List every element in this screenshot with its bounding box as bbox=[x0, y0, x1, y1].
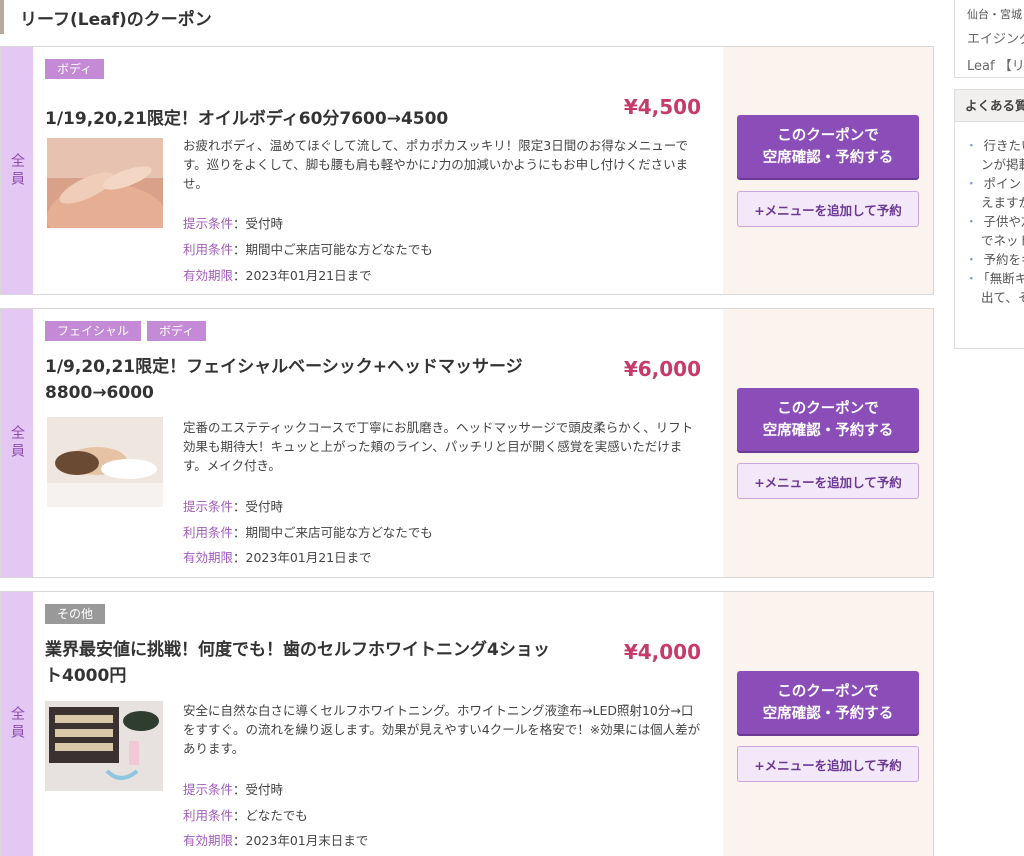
coupon-image bbox=[47, 417, 163, 507]
condition-valid: 有効期限：2023年01月21日まで bbox=[183, 550, 372, 565]
reserve-button[interactable]: このクーポンで 空席確認・予約する bbox=[737, 115, 919, 178]
condition-use: 利用条件：どなたでも bbox=[183, 808, 308, 823]
category-tag: その他 bbox=[45, 604, 106, 624]
condition-use: 利用条件：期間中ご来店可能な方どなたでも bbox=[183, 525, 433, 540]
condition-use: 利用条件：期間中ご来店可能な方どなたでも bbox=[183, 242, 433, 257]
target-tag: 全員 bbox=[1, 309, 33, 577]
category-tag: ボディ bbox=[45, 59, 105, 79]
faq-panel: よくある質 ・行きたい ンが掲載 ・ポイント えますか ・子供や友 でネット ・… bbox=[954, 89, 1024, 349]
faq-link[interactable]: ・行きたい bbox=[955, 136, 1024, 155]
faq-heading: よくある質 bbox=[955, 90, 1024, 122]
faq-link[interactable]: ・「無断キ bbox=[955, 269, 1024, 288]
faq-link-cont[interactable]: 出て、そ bbox=[955, 288, 1024, 307]
reserve-button[interactable]: このクーポンで 空席確認・予約する bbox=[737, 671, 919, 734]
condition-present: 提示条件：受付時 bbox=[183, 216, 284, 231]
reserve-button[interactable]: このクーポンで 空席確認・予約する bbox=[737, 388, 919, 451]
coupon-title: 1/9,20,21限定！フェイシャルベーシック+ヘッドマッサージ8800→600… bbox=[45, 357, 523, 403]
salon-catch: エイジング bbox=[967, 32, 1024, 47]
coupon-card: 全員 フェイシャル ボディ 1/9,20,21限定！フェイシャルベーシック+ヘッ… bbox=[0, 308, 934, 578]
add-menu-button[interactable]: +メニューを追加して予約 bbox=[737, 191, 919, 227]
faq-link-cont[interactable]: ンが掲載 bbox=[955, 155, 1024, 174]
condition-valid: 有効期限：2023年01月21日まで bbox=[183, 268, 372, 283]
coupon-title: 1/19,20,21限定！オイルボディ60分7600→4500 bbox=[45, 109, 449, 129]
condition-present: 提示条件：受付時 bbox=[183, 782, 284, 797]
target-tag: 全員 bbox=[1, 592, 33, 856]
target-tag: 全員 bbox=[1, 47, 33, 294]
category-tag: フェイシャル bbox=[45, 321, 142, 341]
coupon-description: 定番のエステティックコースで丁寧にお肌磨き。ヘッドマッサージで頭皮柔らかく、リフ… bbox=[183, 420, 694, 473]
faq-link-cont[interactable]: でネット bbox=[955, 231, 1024, 250]
coupon-title: 業界最安値に挑戦！何度でも！歯のセルフホワイトニング4ショット4000円 bbox=[45, 640, 550, 686]
condition-present: 提示条件：受付時 bbox=[183, 499, 284, 514]
salon-card[interactable]: 仙台・宮城 エイジング Leaf 【リ bbox=[954, 0, 1024, 78]
salon-area: 仙台・宮城 bbox=[967, 8, 1022, 21]
coupon-card: 全員 ボディ 1/19,20,21限定！オイルボディ60分7600→4500 お… bbox=[0, 46, 934, 295]
coupon-image bbox=[47, 138, 163, 228]
faq-link[interactable]: ・ポイント bbox=[955, 174, 1024, 193]
coupon-price: ¥4,000 bbox=[623, 640, 701, 664]
faq-link[interactable]: ・子供や友 bbox=[955, 212, 1024, 231]
page-title: リーフ(Leaf)のクーポン bbox=[0, 0, 960, 34]
salon-name: Leaf 【リ bbox=[967, 59, 1024, 74]
category-tag: ボディ bbox=[147, 321, 207, 341]
coupon-price: ¥6,000 bbox=[623, 357, 701, 381]
coupon-image bbox=[45, 701, 163, 791]
coupon-description: お疲れボディ、温めてほぐして流して、ポカポカスッキリ！限定3日間のお得なメニュー… bbox=[183, 138, 689, 191]
coupon-card: 全員 その他 業界最安値に挑戦！何度でも！歯のセルフホワイトニング4ショット40… bbox=[0, 591, 934, 856]
condition-valid: 有効期限：2023年01月末日まで bbox=[183, 833, 369, 848]
coupon-price: ¥4,500 bbox=[623, 95, 701, 119]
coupon-description: 安全に自然な白さに導くセルフホワイトニング。ホワイトニング液塗布→LED照射10… bbox=[183, 703, 701, 756]
add-menu-button[interactable]: +メニューを追加して予約 bbox=[737, 463, 919, 499]
faq-link[interactable]: ・予約をキ bbox=[955, 250, 1024, 269]
faq-link-cont[interactable]: えますか bbox=[955, 193, 1024, 212]
add-menu-button[interactable]: +メニューを追加して予約 bbox=[737, 746, 919, 782]
